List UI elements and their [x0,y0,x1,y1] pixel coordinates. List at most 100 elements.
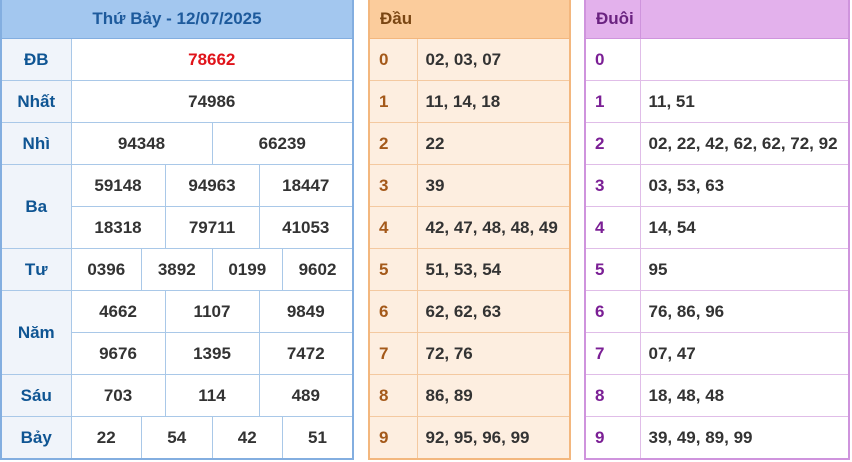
dau-digit: 9 [368,416,418,460]
duoi-values: 18, 48, 48 [639,374,850,417]
prize-value: 54 [141,416,213,460]
dau-row: 2 22 [368,122,571,165]
dau-row: 3 39 [368,164,571,207]
dau-digit: 1 [368,80,418,123]
dau-row: 8 86, 89 [368,374,571,417]
duoi-values: 11, 51 [639,80,850,123]
dau-row: 6 62, 62, 63 [368,290,571,333]
duoi-values: 07, 47 [639,332,850,375]
prize-value: 22 [70,416,142,460]
dau-row: 0 02, 03, 07 [368,38,571,81]
prize-row-nhi: Nhì 94348 66239 [0,122,354,165]
prize-value: 9849 [258,290,354,333]
dau-digit: 0 [368,38,418,81]
prize-value: 9676 [70,332,166,375]
prize-row-ba: Ba 59148 94963 18447 [0,164,354,249]
prize-value: 18447 [258,164,354,207]
dau-values: 92, 95, 96, 99 [416,416,571,460]
duoi-row: 7 07, 47 [584,332,850,375]
dau-digit: 5 [368,248,418,291]
prize-label-bay: Bảy [0,416,72,460]
prize-label-nam: Năm [0,290,72,375]
duoi-row: 6 76, 86, 96 [584,290,850,333]
duoi-digit: 6 [584,290,641,333]
dau-title: Đầu [369,0,570,39]
prize-value: 489 [258,374,354,417]
duoi-row: 8 18, 48, 48 [584,374,850,417]
dau-values: 11, 14, 18 [416,80,571,123]
prize-value: 114 [164,374,260,417]
draw-date-title: Thứ Bảy - 12/07/2025 [1,0,353,39]
prize-value: 94963 [164,164,260,207]
duoi-row: 4 14, 54 [584,206,850,249]
prize-row-nhat: Nhất 74986 [0,80,354,123]
duoi-digit: 7 [584,332,641,375]
prize-row-bay: Bảy 22 54 42 51 [0,416,354,460]
prize-value: 41053 [258,206,354,249]
prize-value: 51 [282,416,354,460]
duoi-row: 9 39, 49, 89, 99 [584,416,850,460]
prize-label-tu: Tư [0,248,72,291]
dau-values: 51, 53, 54 [416,248,571,291]
duoi-row: 3 03, 53, 63 [584,164,850,207]
duoi-digit: 0 [584,38,641,81]
duoi-digit: 9 [584,416,641,460]
prize-value: 9602 [282,248,354,291]
dau-row: 4 42, 47, 48, 48, 49 [368,206,571,249]
duoi-header-blank [640,0,849,39]
duoi-digit: 5 [584,248,641,291]
dau-values: 39 [416,164,571,207]
dau-digit: 4 [368,206,418,249]
dau-digit: 8 [368,374,418,417]
dau-digit: 7 [368,332,418,375]
dau-row: 7 72, 76 [368,332,571,375]
duoi-row: 1 11, 51 [584,80,850,123]
results-table: Thứ Bảy - 12/07/2025 ĐB 78662 Nhất 74986… [0,0,354,460]
duoi-digit: 4 [584,206,641,249]
prize-label-nhi: Nhì [0,122,72,165]
duoi-digit: 2 [584,122,641,165]
duoi-values [639,38,850,81]
duoi-values: 02, 22, 42, 62, 62, 72, 92 [639,122,850,165]
prize-value: 0199 [211,248,283,291]
dau-header-row: Đầu [369,0,570,39]
results-header-row: Thứ Bảy - 12/07/2025 [1,0,353,39]
dau-values: 72, 76 [416,332,571,375]
prize-value: 703 [70,374,166,417]
prize-label-sau: Sáu [0,374,72,417]
duoi-table: Đuôi 0 1 11, 51 2 02, 22, 42, 62, 62, 72, … [584,0,850,460]
prize-value: 94348 [70,122,213,165]
duoi-values: 03, 53, 63 [639,164,850,207]
dau-row: 5 51, 53, 54 [368,248,571,291]
dau-values: 86, 89 [416,374,571,417]
prize-value: 4662 [70,290,166,333]
prize-value: 66239 [211,122,354,165]
duoi-values: 95 [639,248,850,291]
duoi-header-row: Đuôi [585,0,849,39]
dau-values: 22 [416,122,571,165]
special-prize-value: 78662 [70,38,354,81]
prize-row-nam: Năm 4662 1107 9849 [0,290,354,375]
dau-row: 9 92, 95, 96, 99 [368,416,571,460]
prize-value: 79711 [164,206,260,249]
dau-digit: 6 [368,290,418,333]
duoi-row: 2 02, 22, 42, 62, 62, 72, 92 [584,122,850,165]
duoi-row: 0 [584,38,850,81]
prize-row-sau: Sáu 703 114 489 [0,374,354,417]
prize-value: 18318 [70,206,166,249]
duoi-digit: 8 [584,374,641,417]
duoi-digit: 3 [584,164,641,207]
prize-label-nhat: Nhất [0,80,72,123]
prize-row-db: ĐB 78662 [0,38,354,81]
duoi-row: 5 95 [584,248,850,291]
dau-digit: 2 [368,122,418,165]
dau-values: 02, 03, 07 [416,38,571,81]
dau-row: 1 11, 14, 18 [368,80,571,123]
duoi-values: 76, 86, 96 [639,290,850,333]
prize-value: 1395 [164,332,260,375]
prize-label-ba: Ba [0,164,72,249]
prize-value: 59148 [70,164,166,207]
duoi-values: 14, 54 [639,206,850,249]
prize-row-tu: Tư 0396 3892 0199 9602 [0,248,354,291]
prize-value: 74986 [70,80,354,123]
